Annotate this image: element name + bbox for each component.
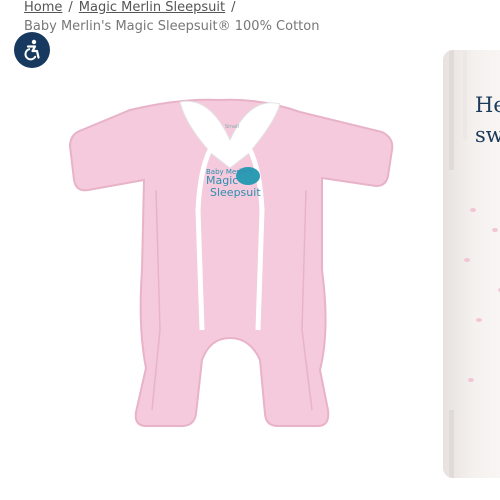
size-tag: Small (225, 124, 239, 130)
breadcrumb-parent-link[interactable]: Magic Merlin Sleepsuit (79, 0, 225, 15)
side-card-headline: He sw (475, 93, 500, 147)
product-logo: Baby Merlin's Magic Sleepsuit (206, 167, 261, 199)
breadcrumb-separator: / (68, 0, 73, 15)
accessibility-button[interactable] (14, 32, 50, 68)
breadcrumb-home-link[interactable]: Home (24, 0, 62, 15)
product-image[interactable]: Baby Merlin's Magic Sleepsuit Small (60, 80, 400, 440)
svg-text:Sleepsuit: Sleepsuit (210, 186, 261, 199)
breadcrumb-separator: / (231, 0, 236, 15)
side-promo-card[interactable]: He sw (443, 50, 500, 478)
breadcrumb-current: Baby Merlin's Magic Sleepsuit® 100% Cott… (24, 19, 320, 34)
breadcrumb: Home / Magic Merlin Sleepsuit / Baby Merlin… (24, 0, 494, 36)
accessibility-icon (24, 39, 40, 61)
